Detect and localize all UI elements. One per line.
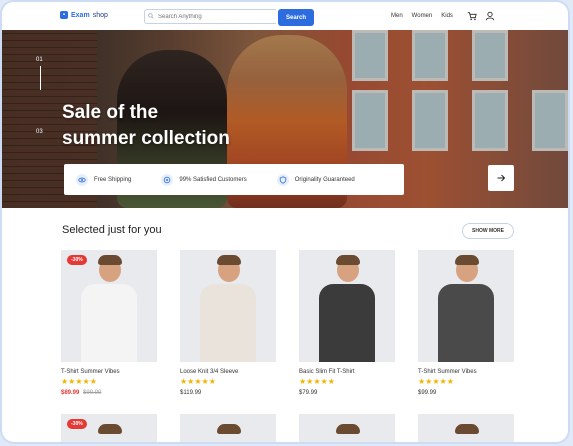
arrow-right-icon	[497, 174, 506, 182]
product-model-hair	[336, 255, 360, 265]
search-input[interactable]	[144, 9, 276, 24]
features-bar: Free Shipping 99% Satisfied Customers Or…	[64, 164, 404, 195]
logo-brand: Exam	[71, 11, 90, 19]
nav-men[interactable]: Men	[391, 13, 403, 19]
product-name[interactable]: Loose Knit 3/4 Sleeve	[180, 369, 276, 375]
product-card[interactable]	[180, 414, 276, 442]
hero-banner: 01 03 Sale of the summer collection Free…	[2, 30, 568, 208]
product-card[interactable]: Basic Slim Fit T-Shirt ★★★★★ $79.99	[299, 250, 395, 396]
product-model-shirt	[319, 284, 375, 362]
product-price: $119.99	[180, 390, 202, 396]
product-model-hair	[217, 255, 241, 265]
slide-progress-line	[40, 66, 41, 90]
hero-title-line2: summer collection	[62, 128, 230, 149]
product-card[interactable]: Loose Knit 3/4 Sleeve ★★★★★ $119.99	[180, 250, 276, 396]
product-model-hair	[98, 255, 122, 265]
feature-label: Free Shipping	[94, 176, 132, 183]
show-more-button[interactable]: SHOW MORE	[462, 223, 514, 239]
product-card[interactable]	[418, 414, 514, 442]
product-price: $99.99	[418, 390, 437, 396]
search-button[interactable]: Search	[278, 9, 314, 26]
product-model-hair	[336, 424, 360, 434]
slider-next-button[interactable]	[488, 165, 514, 191]
feature-satisfied: 99% Satisfied Customers	[161, 173, 247, 186]
product-card[interactable]: -30%	[61, 414, 157, 442]
app-window: ▪ Exam shop Search Men Women Kids	[2, 2, 568, 442]
product-model-hair	[98, 424, 122, 434]
feature-originality: Originality Guaranteed	[276, 173, 355, 186]
main-nav: Men Women Kids	[391, 13, 453, 19]
hero-title-line1: Sale of the	[62, 102, 159, 123]
logo[interactable]: ▪ Exam shop	[60, 11, 108, 19]
old-price: $99.99	[83, 390, 102, 396]
section-title: Selected just for you	[62, 224, 162, 236]
product-card[interactable]: T-Shirt Summer Vibes ★★★★★ $99.99	[418, 250, 514, 396]
top-navigation: ▪ Exam shop Search Men Women Kids	[2, 2, 568, 32]
product-image[interactable]	[299, 414, 395, 442]
product-model-shirt	[81, 284, 137, 362]
product-model-shirt	[200, 284, 256, 362]
logo-sub: shop	[92, 11, 108, 19]
product-rating: ★★★★★	[418, 377, 454, 386]
product-image[interactable]	[418, 250, 514, 362]
product-card[interactable]	[299, 414, 395, 442]
slide-indicator-current[interactable]: 01	[36, 57, 43, 63]
product-image[interactable]	[299, 250, 395, 362]
product-name[interactable]: T-Shirt Summer Vibes	[418, 369, 514, 375]
product-image[interactable]: -30%	[61, 414, 157, 442]
nav-kids[interactable]: Kids	[441, 13, 453, 19]
cart-icon[interactable]	[467, 11, 477, 21]
hero-title: Sale of the summer collection	[62, 100, 230, 152]
product-image[interactable]: -30%	[61, 250, 157, 362]
feature-free-shipping: Free Shipping	[76, 173, 132, 186]
product-name[interactable]: T-Shirt Summer Vibes	[61, 369, 157, 375]
product-rating: ★★★★★	[299, 377, 335, 386]
product-image[interactable]	[418, 414, 514, 442]
product-rating: ★★★★★	[61, 377, 97, 386]
feature-label: 99% Satisfied Customers	[179, 176, 247, 183]
product-name[interactable]: Basic Slim Fit T-Shirt	[299, 369, 395, 375]
discount-badge: -30%	[67, 255, 87, 265]
nav-women[interactable]: Women	[412, 13, 433, 19]
discount-badge: -30%	[67, 419, 87, 429]
slide-indicator-total[interactable]: 03	[36, 129, 43, 135]
eye-icon	[76, 173, 88, 186]
user-icon[interactable]	[485, 11, 495, 21]
product-image[interactable]	[180, 414, 276, 442]
product-price: $79.99	[299, 390, 318, 396]
product-image[interactable]	[180, 250, 276, 362]
product-model-hair	[217, 424, 241, 434]
shield-icon	[276, 173, 289, 186]
logo-icon: ▪	[60, 11, 68, 19]
feature-label: Originality Guaranteed	[294, 176, 355, 183]
product-model-shirt	[438, 284, 494, 362]
product-model-hair	[455, 255, 479, 265]
product-rating: ★★★★★	[180, 377, 216, 386]
badge-icon	[161, 173, 174, 186]
product-model-hair	[455, 424, 479, 434]
product-card[interactable]: -30% T-Shirt Summer Vibes ★★★★★ $89.99 $…	[61, 250, 157, 396]
search-icon	[148, 13, 154, 19]
product-price: $89.99 $99.99	[61, 390, 157, 396]
sale-price: $89.99	[61, 390, 80, 396]
